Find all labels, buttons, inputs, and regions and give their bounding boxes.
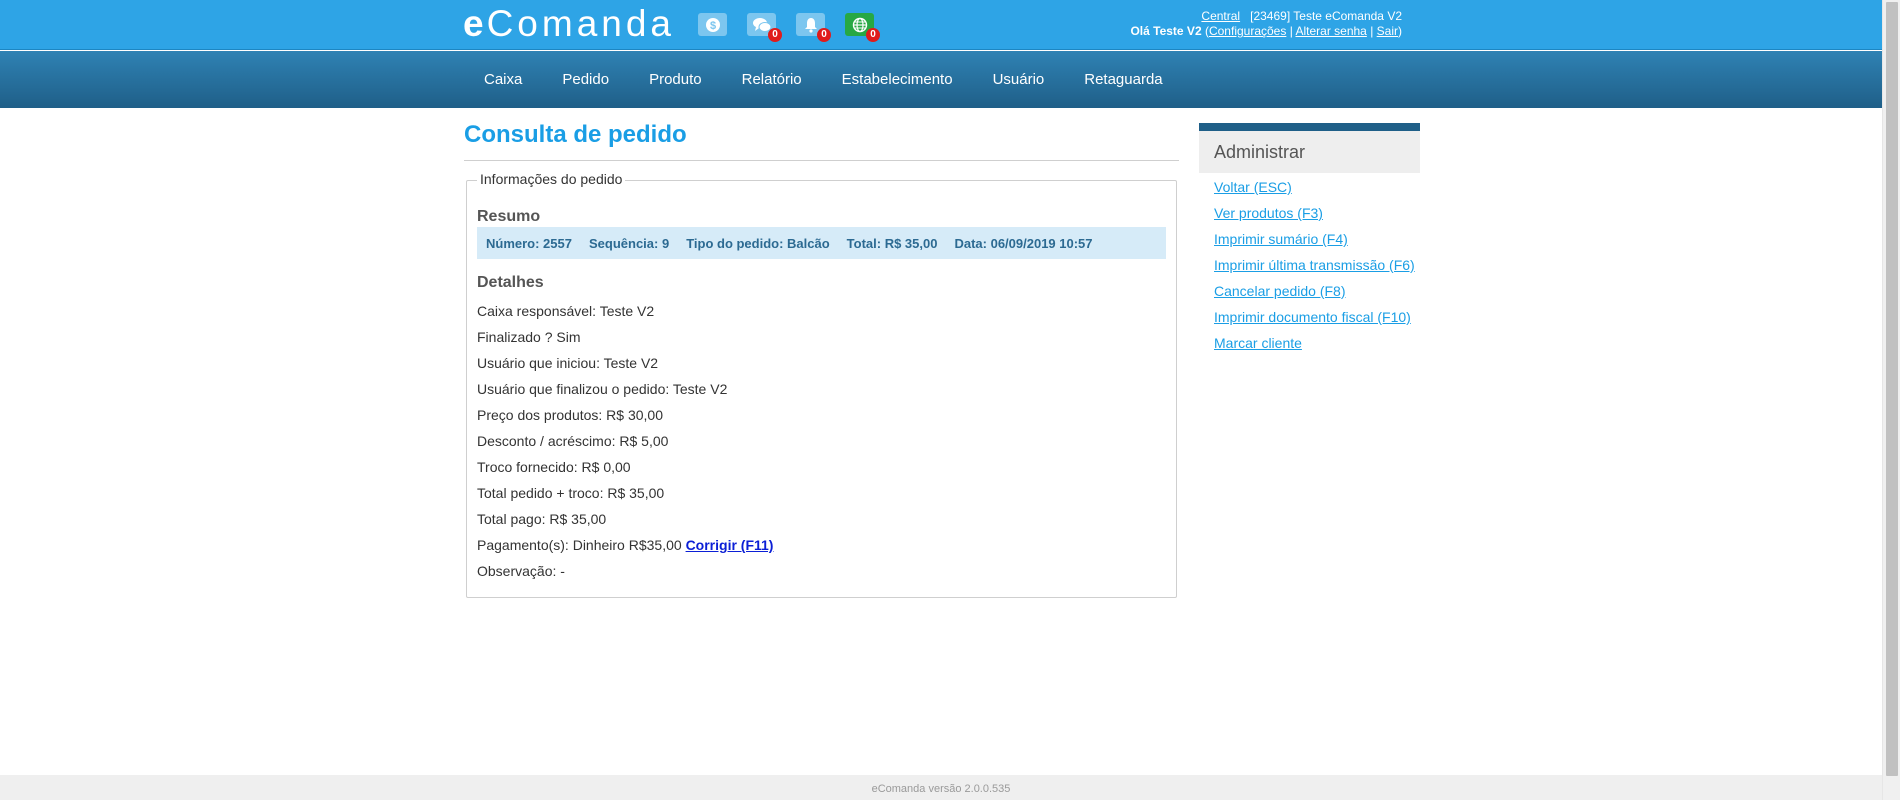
- summary-heading: Resumo: [477, 208, 541, 225]
- print-summary-link[interactable]: Imprimir sumário (F4): [1214, 231, 1348, 247]
- chat-badge: 0: [768, 28, 782, 42]
- app-logo[interactable]: eComanda: [463, 4, 675, 44]
- nav-list: Caixa Pedido Produto Relatório Estabelec…: [464, 51, 1183, 108]
- nav-item-produto[interactable]: Produto: [629, 51, 722, 108]
- admin-sidebar: Administrar Voltar (ESC) Ver produtos (F…: [1199, 123, 1420, 361]
- detail-total-plus-change: Total pedido + troco: R$ 35,00: [477, 485, 665, 501]
- page-title: Consulta de pedido: [464, 121, 687, 148]
- order-info-legend: Informações do pedido: [477, 171, 626, 187]
- svg-text:$: $: [709, 20, 715, 32]
- detail-cashier: Caixa responsável: Teste V2: [477, 303, 655, 319]
- detail-products-price: Preço dos produtos: R$ 30,00: [477, 407, 664, 423]
- summary-bar: Número: 2557 Sequência: 9 Tipo do pedido…: [477, 227, 1166, 259]
- cancel-order-link[interactable]: Cancelar pedido (F8): [1214, 283, 1346, 299]
- logout-link[interactable]: Sair: [1377, 24, 1398, 38]
- summary-date: Data: 06/09/2019 10:57: [954, 235, 1093, 251]
- details-heading: Detalhes: [477, 274, 544, 291]
- payment-text: Pagamento(s): Dinheiro R$35,00: [477, 537, 682, 553]
- summary-sequence: Sequência: 9: [588, 235, 670, 251]
- logo-e: e: [463, 3, 487, 44]
- central-link[interactable]: Central: [1201, 9, 1240, 23]
- fix-payment-link[interactable]: Corrigir (F11): [686, 537, 774, 553]
- summary-total: Total: R$ 35,00: [846, 235, 938, 251]
- nav-item-relatorio[interactable]: Relatório: [722, 51, 822, 108]
- account-line: Olá Teste V2 (Configurações | Alterar se…: [1130, 24, 1402, 39]
- separator: (: [1201, 24, 1209, 38]
- top-header: eComanda $ 0 0 0 Central [23469] Teste e…: [0, 0, 1882, 50]
- nav-item-usuario[interactable]: Usuário: [973, 51, 1065, 108]
- nav-item-pedido[interactable]: Pedido: [542, 51, 629, 108]
- print-last-transmission-link[interactable]: Imprimir última transmissão (F6): [1214, 257, 1415, 273]
- greeting: Olá Teste V2: [1130, 24, 1202, 38]
- separator: |: [1366, 24, 1377, 38]
- mark-customer-link[interactable]: Marcar cliente: [1214, 335, 1302, 351]
- nav-item-caixa[interactable]: Caixa: [464, 51, 542, 108]
- bell-badge: 0: [817, 28, 831, 42]
- sidebar-links: Voltar (ESC) Ver produtos (F3) Imprimir …: [1199, 173, 1420, 351]
- scrollbar-thumb[interactable]: [1886, 2, 1898, 776]
- title-divider: [464, 160, 1179, 161]
- details-list: Caixa responsável: Teste V2 Finalizado ?…: [477, 298, 773, 584]
- store-line: Central [23469] Teste eComanda V2: [1130, 9, 1402, 24]
- print-fiscal-document-link[interactable]: Imprimir documento fiscal (F10): [1214, 309, 1411, 325]
- logo-text: Comanda: [486, 3, 676, 44]
- vertical-scrollbar[interactable]: [1882, 0, 1900, 800]
- config-link[interactable]: Configurações: [1209, 24, 1286, 38]
- detail-finished-by: Usuário que finalizou o pedido: Teste V2: [477, 381, 728, 397]
- detail-started-by: Usuário que iniciou: Teste V2: [477, 355, 659, 371]
- globe-icon[interactable]: 0: [845, 13, 880, 42]
- detail-total-paid: Total pago: R$ 35,00: [477, 511, 607, 527]
- sidebar-accent: [1199, 123, 1420, 131]
- change-password-link[interactable]: Alterar senha: [1295, 24, 1366, 38]
- footer-version: eComanda versão 2.0.0.535: [0, 775, 1882, 800]
- main-nav: Caixa Pedido Produto Relatório Estabelec…: [0, 51, 1882, 108]
- nav-item-estabelecimento[interactable]: Estabelecimento: [822, 51, 973, 108]
- money-icon[interactable]: $: [698, 13, 727, 36]
- bell-icon[interactable]: 0: [796, 13, 831, 42]
- summary-order-type: Tipo do pedido: Balcão: [686, 235, 830, 251]
- separator: ): [1398, 24, 1402, 38]
- view-products-link[interactable]: Ver produtos (F3): [1214, 205, 1323, 221]
- summary-number: Número: 2557: [486, 235, 572, 251]
- store-info: [23469] Teste eComanda V2: [1250, 9, 1402, 23]
- detail-payments: Pagamento(s): Dinheiro R$35,00 Corrigir …: [477, 532, 773, 558]
- detail-discount: Desconto / acréscimo: R$ 5,00: [477, 433, 669, 449]
- globe-badge: 0: [866, 28, 880, 42]
- back-link[interactable]: Voltar (ESC): [1214, 179, 1292, 195]
- detail-observation: Observação: -: [477, 563, 565, 579]
- user-info: Central [23469] Teste eComanda V2 Olá Te…: [1130, 9, 1402, 39]
- nav-item-retaguarda[interactable]: Retaguarda: [1064, 51, 1182, 108]
- detail-change: Troco fornecido: R$ 0,00: [477, 459, 631, 475]
- sidebar-heading: Administrar: [1199, 131, 1420, 173]
- detail-finalized: Finalizado ? Sim: [477, 329, 581, 345]
- chat-icon[interactable]: 0: [747, 13, 782, 42]
